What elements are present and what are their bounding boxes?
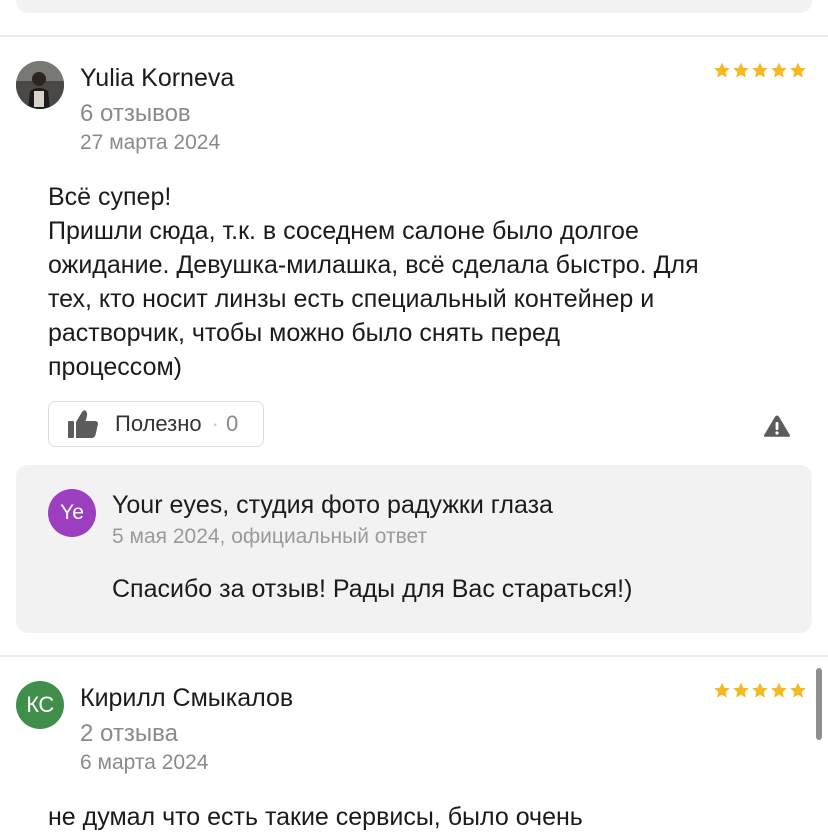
rating-stars	[713, 62, 807, 79]
star-icon	[714, 62, 730, 78]
review-date: 6 марта 2024	[80, 751, 209, 774]
review-text-line: растворчик, чтобы можно было снять перед	[48, 319, 560, 347]
author-review-count: 6 отзывов	[80, 100, 191, 127]
rating-stars	[713, 682, 807, 699]
star-icon	[771, 682, 787, 698]
star-icon	[714, 682, 730, 698]
helpful-label: Полезно	[115, 411, 202, 436]
star-icon	[790, 682, 806, 698]
helpful-count: 0	[225, 411, 239, 436]
review-text-line: тех, кто носит линзы есть специальный ко…	[48, 285, 655, 313]
reply-text: Спасибо за отзыв! Рады для Вас стараться…	[112, 575, 633, 603]
star-icon	[790, 62, 806, 78]
thumbs-up-icon	[68, 410, 98, 438]
previous-reply-card	[16, 0, 812, 13]
official-reply: Ye Your eyes, студия фото радужки глаза …	[16, 465, 812, 633]
scrollbar[interactable]	[816, 668, 822, 740]
avatar[interactable]	[16, 61, 64, 109]
review-text: не думал что есть такие сервисы, было оч…	[48, 803, 583, 831]
review-author[interactable]: Кирилл Смыкалов	[80, 684, 293, 713]
star-icon	[752, 682, 768, 698]
star-icon	[733, 682, 749, 698]
org-name[interactable]: Your eyes, студия фото радужки глаза	[112, 491, 553, 520]
avatar[interactable]: КС	[16, 681, 64, 729]
review-text-line: процессом)	[48, 353, 182, 381]
org-avatar[interactable]: Ye	[48, 489, 96, 537]
helpful-button[interactable]: Полезно · 0	[48, 401, 264, 447]
star-icon	[733, 62, 749, 78]
review-author[interactable]: Yulia Korneva	[80, 64, 234, 93]
review-date: 27 марта 2024	[80, 131, 221, 154]
separator-dot: ·	[211, 411, 219, 436]
warning-icon[interactable]	[763, 414, 791, 438]
star-icon	[771, 62, 787, 78]
review-divider	[0, 35, 828, 37]
author-review-count: 2 отзыва	[80, 720, 178, 747]
review-text-line: ожидание. Девушка-милашка, всё сделала б…	[48, 251, 699, 279]
review-text: Всё супер! Пришли сюда, т.к. в соседнем …	[48, 180, 808, 384]
person-photo-icon	[16, 61, 64, 109]
reply-meta: 5 мая 2024, официальный ответ	[112, 525, 428, 548]
star-icon	[752, 62, 768, 78]
review-text-line: Пришли сюда, т.к. в соседнем салоне было…	[48, 217, 639, 245]
review-divider	[0, 655, 828, 657]
review-text-line: Всё супер!	[48, 183, 172, 211]
